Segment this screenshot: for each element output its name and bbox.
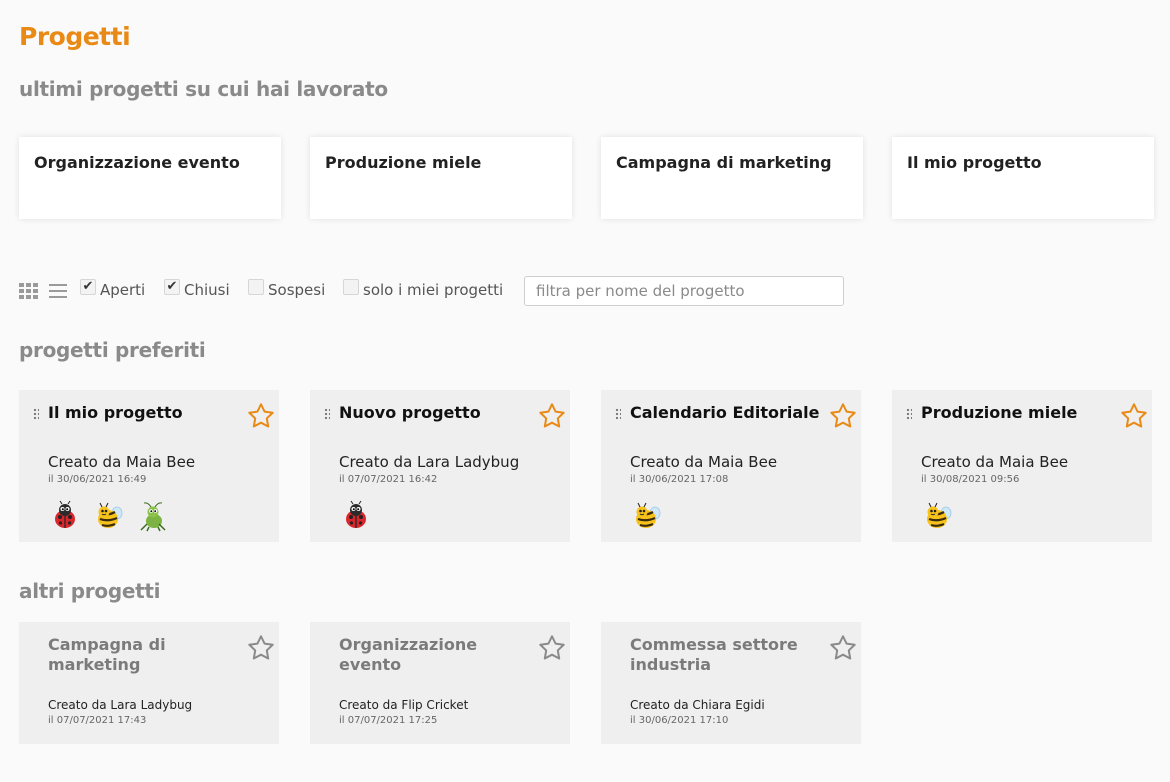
star-filled-icon[interactable] <box>537 401 567 431</box>
member-avatars <box>340 500 372 532</box>
bee-avatar-icon <box>631 500 663 532</box>
ladybug-avatar-icon <box>49 500 81 532</box>
project-name-filter-input[interactable] <box>524 276 844 306</box>
recent-project-title: Organizzazione evento <box>34 153 240 172</box>
recent-project-title: Produzione miele <box>325 153 482 172</box>
star-outline-icon[interactable] <box>828 633 858 663</box>
recent-project-card[interactable]: Produzione miele <box>310 137 572 219</box>
checkbox-checked-icon: ✔ <box>164 279 180 295</box>
checkbox-label: Sospesi <box>268 281 326 299</box>
project-creator: Creato da Maia Bee <box>630 453 778 471</box>
favorite-project-card[interactable]: Produzione miele Creato da Maia Bee il 3… <box>892 390 1152 542</box>
filter-aperti-checkbox[interactable]: ✔ Aperti <box>80 279 146 299</box>
project-creator: Creato da Chiara Egidi <box>630 698 765 712</box>
recent-project-card[interactable]: Organizzazione evento <box>19 137 281 219</box>
other-projects-heading: altri progetti <box>19 579 161 603</box>
list-icon[interactable] <box>49 283 67 299</box>
star-filled-icon[interactable] <box>246 401 276 431</box>
project-date: il 07/07/2021 17:43 <box>48 715 147 726</box>
project-title: Commessa settore industria <box>630 635 798 674</box>
other-project-card[interactable]: Campagna di marketing Creato da Lara Lad… <box>19 622 279 744</box>
ladybug-avatar-icon <box>340 500 372 532</box>
recent-project-title: Campagna di marketing <box>616 153 832 172</box>
checkbox-unchecked-icon <box>343 279 359 295</box>
favorite-project-card[interactable]: Il mio progetto Creato da Maia Bee il 30… <box>19 390 279 542</box>
favorite-project-card[interactable]: Nuovo progetto Creato da Lara Ladybug il… <box>310 390 570 542</box>
project-title: Organizzazione evento <box>339 635 478 674</box>
project-creator: Creato da Maia Bee <box>48 453 196 471</box>
favorite-project-card[interactable]: Calendario Editoriale Creato da Maia Bee… <box>601 390 861 542</box>
project-date: il 07/07/2021 17:25 <box>339 715 438 726</box>
drag-handle-icon[interactable] <box>324 408 330 420</box>
recent-projects-heading: ultimi progetti su cui hai lavorato <box>19 77 388 101</box>
project-creator: Creato da Lara Ladybug <box>48 698 193 712</box>
star-outline-icon[interactable] <box>537 633 567 663</box>
other-project-card[interactable]: Organizzazione evento Creato da Flip Cri… <box>310 622 570 744</box>
checkbox-checked-icon: ✔ <box>80 279 96 295</box>
checkbox-label: Chiusi <box>184 281 230 299</box>
project-title: Produzione miele <box>921 403 1078 422</box>
filter-sospesi-checkbox[interactable]: Sospesi <box>248 279 326 299</box>
member-avatars <box>631 500 663 532</box>
project-date: il 30/06/2021 17:10 <box>630 715 729 726</box>
grid-icon[interactable] <box>19 283 39 299</box>
other-project-card[interactable]: Commessa settore industria Creato da Chi… <box>601 622 861 744</box>
star-filled-icon[interactable] <box>1119 401 1149 431</box>
project-creator: Creato da Flip Cricket <box>339 698 469 712</box>
bee-avatar-icon <box>922 500 954 532</box>
filter-chiusi-checkbox[interactable]: ✔ Chiusi <box>164 279 230 299</box>
project-date: il 30/06/2021 17:08 <box>630 474 729 485</box>
project-title: Campagna di marketing <box>48 635 166 674</box>
star-filled-icon[interactable] <box>828 401 858 431</box>
cricket-avatar-icon <box>137 500 169 532</box>
member-avatars <box>922 500 954 532</box>
recent-project-title: Il mio progetto <box>907 153 1042 172</box>
page-title: Progetti <box>19 22 131 51</box>
project-title: Il mio progetto <box>48 403 183 422</box>
member-avatars <box>49 500 169 532</box>
project-date: il 07/07/2021 16:42 <box>339 474 438 485</box>
project-title: Nuovo progetto <box>339 403 481 422</box>
project-date: il 30/08/2021 09:56 <box>921 474 1020 485</box>
project-creator: Creato da Maia Bee <box>921 453 1069 471</box>
checkbox-label: Aperti <box>100 281 146 299</box>
favorite-projects-heading: progetti preferiti <box>19 338 206 362</box>
star-outline-icon[interactable] <box>246 633 276 663</box>
recent-project-card[interactable]: Campagna di marketing <box>601 137 863 219</box>
project-creator: Creato da Lara Ladybug <box>339 453 520 471</box>
drag-handle-icon[interactable] <box>906 408 912 420</box>
filter-my-projects-checkbox[interactable]: solo i miei progetti <box>343 279 504 299</box>
drag-handle-icon[interactable] <box>615 408 621 420</box>
filter-toolbar: ✔ Aperti ✔ Chiusi Sospesi solo i miei pr… <box>19 276 859 306</box>
checkbox-unchecked-icon <box>248 279 264 295</box>
recent-project-card[interactable]: Il mio progetto <box>892 137 1154 219</box>
checkbox-label: solo i miei progetti <box>363 281 504 299</box>
drag-handle-icon[interactable] <box>33 408 39 420</box>
project-date: il 30/06/2021 16:49 <box>48 474 147 485</box>
bee-avatar-icon <box>93 500 125 532</box>
project-title: Calendario Editoriale <box>630 403 820 422</box>
